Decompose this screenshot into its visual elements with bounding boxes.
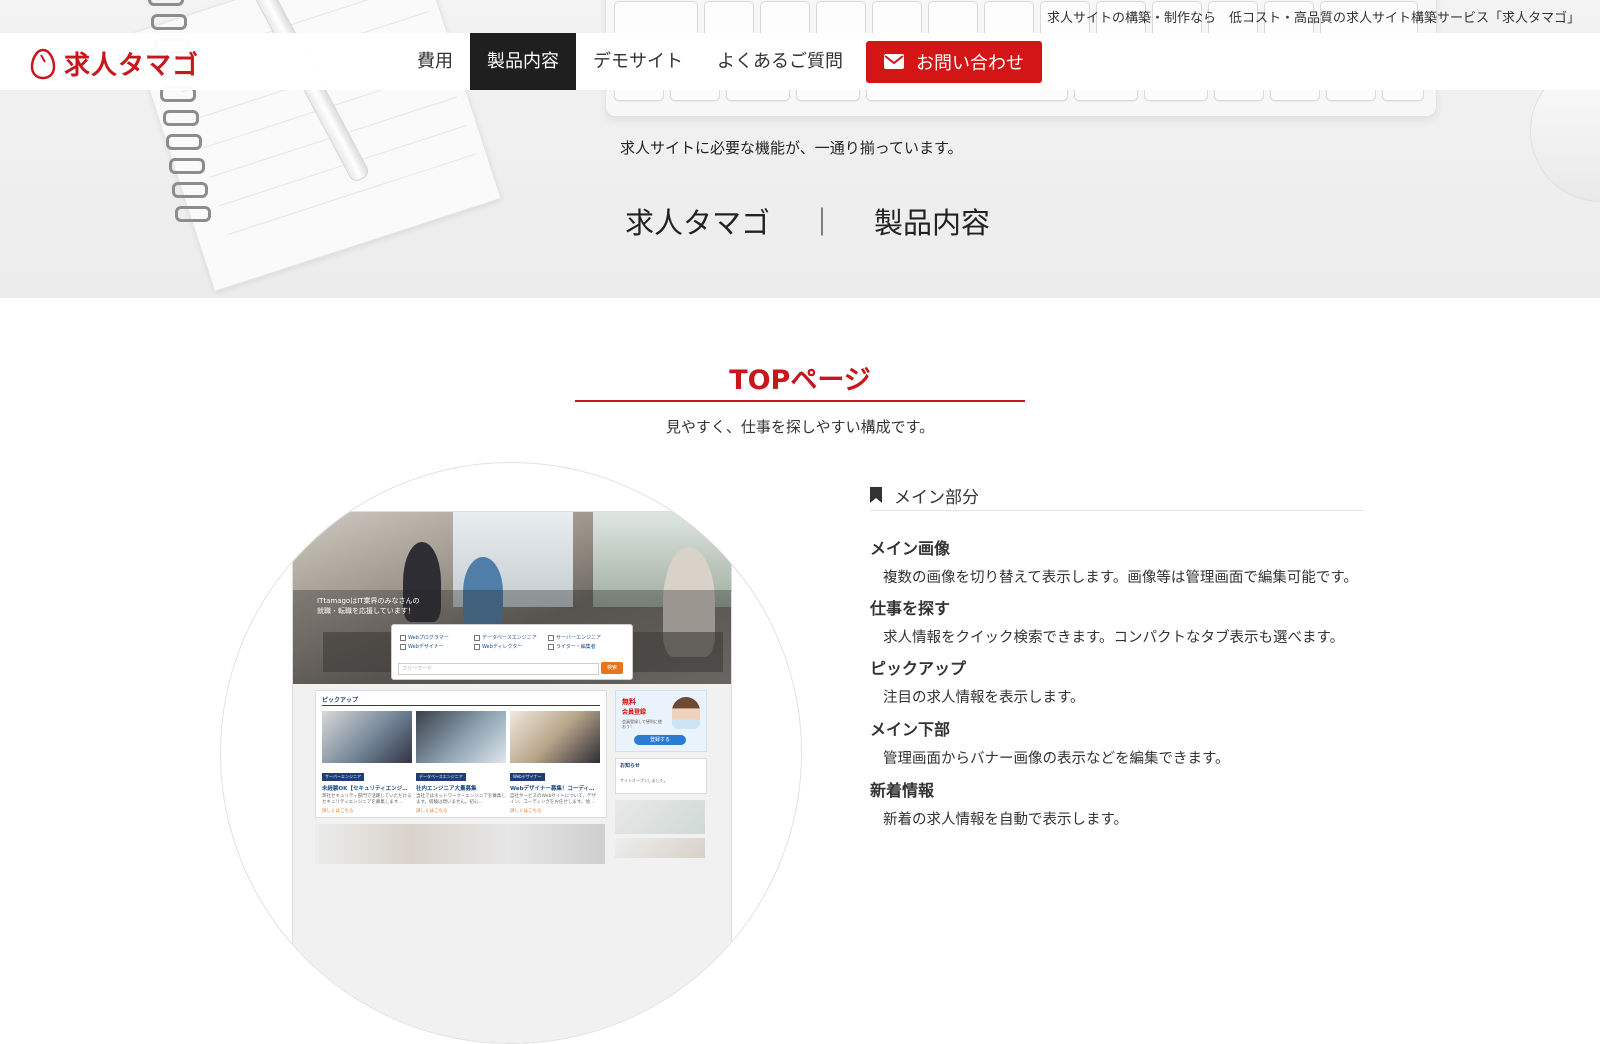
feature-desc: 注目の求人情報を表示します。 <box>883 690 1085 706</box>
mockup-bottom-image <box>315 824 605 864</box>
nav-item-faq[interactable]: よくあるご質問 <box>700 33 860 90</box>
mockup-news: お知らせ サイトオープンしました。 <box>615 758 707 794</box>
bookmark-icon <box>870 487 882 503</box>
nav-item-product[interactable]: 製品内容 <box>470 33 576 90</box>
section-title: TOPページ <box>729 365 871 396</box>
section-title-underline <box>575 400 1025 402</box>
site-mockup: ITtamagoはIT業界のみなさんの 就職・転職を応援しています！ Webプロ… <box>292 511 732 1043</box>
mockup-hero-text: ITtamagoはIT業界のみなさんの 就職・転職を応援しています！ <box>317 597 420 615</box>
site-header: 求人タマゴ 費用 製品内容 デモサイト よくあるご質問 お問い合わせ <box>0 33 1600 90</box>
site-logo[interactable]: 求人タマゴ <box>30 45 199 82</box>
page-title-separator: ｜ <box>808 206 837 239</box>
mockup-search-box: Webプログラマー データベースエンジニア サーバーエンジニア Webデザイナー… <box>391 624 633 680</box>
page-title-brand: 求人タマゴ <box>625 206 771 240</box>
mockup-card: Webデザイナー Webデザイナー募集！コーディ… 自社サービスのWebサイトに… <box>510 711 600 814</box>
contact-button-label: お問い合わせ <box>916 52 1024 74</box>
feature-desc: 求人情報をクイック検索できます。コンパクトなタブ表示も選べます。 <box>883 630 1345 646</box>
mockup-sidebar: 無料 会員登録 会員登録して便利に使おう！ 登録する お知らせ サイトオープンし… <box>615 690 707 858</box>
egg-logo-icon <box>30 48 56 79</box>
feature-item: 仕事を探す 求人情報をクイック検索できます。コンパクトなタブ表示も選べます。 <box>870 595 1344 647</box>
feature-desc: 複数の画像を切り替えて表示します。画像等は管理画面で編集可能です。 <box>883 570 1358 586</box>
mockup-pickup: ピックアップ サーバーエンジニア 未経験OK【セキュリティエンジ… 弊社セキュリ… <box>315 690 607 818</box>
section-description: 見やすく、仕事を探しやすい構成です。 <box>665 418 935 436</box>
feature-item: ピックアップ 注目の求人情報を表示します。 <box>870 655 1085 707</box>
feature-heading: メイン部分 <box>870 480 1365 511</box>
page-title: 求人タマゴ ｜ 製品内容 <box>625 200 990 242</box>
feature-desc: 新着の求人情報を自動で表示します。 <box>883 812 1129 828</box>
feature-title: 仕事を探す <box>870 599 951 618</box>
page-title-section: 製品内容 <box>874 206 991 240</box>
feature-item: メイン画像 複数の画像を切り替えて表示します。画像等は管理画面で編集可能です。 <box>870 535 1358 587</box>
feature-title: メイン画像 <box>870 539 951 558</box>
contact-button[interactable]: お問い合わせ <box>866 40 1042 83</box>
feature-title: ピックアップ <box>870 659 967 678</box>
feature-item: メイン下部 管理画面からバナー画像の表示などを編集できます。 <box>870 716 1230 768</box>
feature-title: 新着情報 <box>870 781 935 800</box>
mockup-card: データベースエンジニア 社内エンジニア大量募集 当社ではネットワーク・エンジニア… <box>416 711 506 814</box>
hero-subtitle: 求人サイトに必要な機能が、一通り揃っています。 <box>620 139 963 157</box>
feature-desc: 管理画面からバナー画像の表示などを編集できます。 <box>883 751 1230 767</box>
feature-title: メイン下部 <box>870 720 951 739</box>
mockup-card: サーバーエンジニア 未経験OK【セキュリティエンジ… 弊社セキュリティ部門で活躍… <box>322 711 412 814</box>
top-page-preview: ITtamagoはIT業界のみなさんの 就職・転職を応援しています！ Webプロ… <box>220 462 802 1044</box>
main-nav: 費用 製品内容 デモサイト よくあるご質問 お問い合わせ <box>400 33 1042 90</box>
nav-item-demo[interactable]: デモサイト <box>576 33 700 90</box>
mail-icon <box>884 54 904 69</box>
nav-item-cost[interactable]: 費用 <box>400 33 470 90</box>
mockup-register-banner: 無料 会員登録 会員登録して便利に使おう！ 登録する <box>615 690 707 752</box>
mockup-hero-image: ITtamagoはIT業界のみなさんの 就職・転職を応援しています！ Webプロ… <box>293 512 731 684</box>
feature-item: 新着情報 新着の求人情報を自動で表示します。 <box>870 777 1128 829</box>
logo-text: 求人タマゴ <box>64 51 200 81</box>
site-tagline: 求人サイトの構築・制作なら 低コスト・高品質の求人サイト構築サービス「求人タマゴ… <box>1046 10 1580 25</box>
feature-heading-label: メイン部分 <box>894 487 979 508</box>
